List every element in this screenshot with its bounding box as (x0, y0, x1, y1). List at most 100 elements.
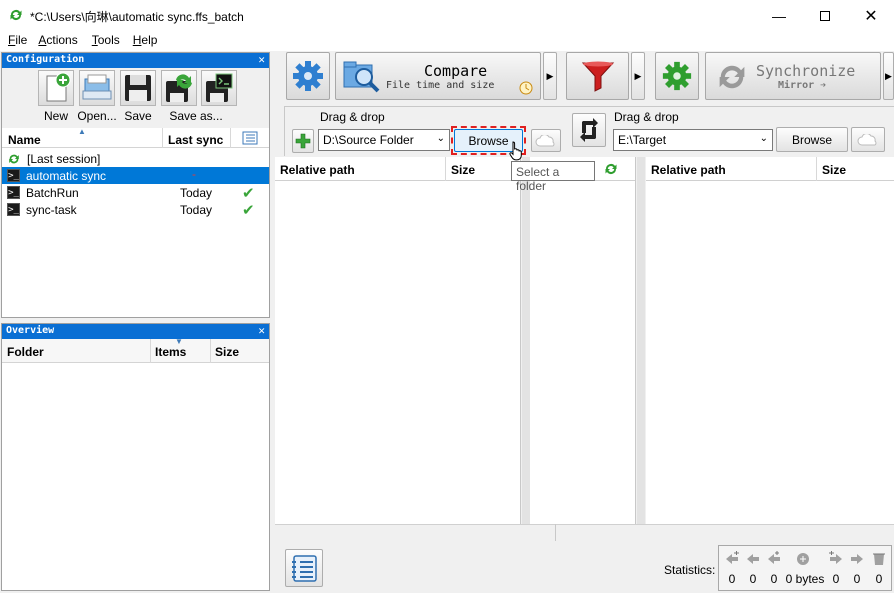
chevron-down-icon[interactable]: ⌄ (760, 133, 768, 144)
create-right-icon (829, 551, 842, 564)
window-title: *C:\Users\向琳\automatic sync.ffs_batch (30, 10, 244, 24)
save-config-button[interactable] (120, 70, 156, 106)
left-column-relative-path[interactable]: Relative path (280, 163, 355, 177)
column-last-sync[interactable]: Last sync (168, 133, 223, 147)
sync-icon (9, 154, 19, 163)
stat-update-left: 0 (749, 572, 757, 586)
overview-close-icon[interactable]: ✕ (258, 324, 265, 337)
splitter[interactable] (522, 157, 530, 524)
synchronize-button[interactable]: Synchronize Mirror ➔ (705, 52, 881, 100)
triangle-right-icon: ▶ (634, 70, 642, 81)
right-drag-drop-label: Drag & drop (614, 110, 679, 124)
left-grid-header: Relative path Size (275, 157, 520, 181)
save-as-terminal-button[interactable] (201, 70, 237, 106)
right-column-relative-path[interactable]: Relative path (651, 163, 726, 177)
configuration-close-icon[interactable]: ✕ (258, 53, 265, 66)
configuration-list-header: Name ▲ Last sync (2, 127, 269, 148)
configuration-list: Name ▲ Last sync [Last session] >_ autom… (2, 127, 269, 317)
right-file-grid[interactable]: Relative path Size (646, 157, 894, 524)
right-grid-header: Relative path Size (646, 157, 894, 181)
menu-actions[interactable]: Actions (27, 31, 77, 51)
list-item[interactable]: >_ sync-task Today ✔ (2, 201, 269, 219)
compare-button[interactable]: Compare File time and size (335, 52, 541, 100)
sync-settings-button[interactable] (655, 52, 699, 100)
new-config-button[interactable] (38, 70, 74, 106)
delete-right-icon (873, 553, 885, 565)
statistics-label: Statistics: (664, 563, 716, 577)
right-folder-combo[interactable]: E:\Target ⌄ (613, 129, 773, 151)
column-size[interactable]: Size (215, 345, 239, 359)
swap-icon (580, 118, 598, 142)
gear-icon (662, 61, 692, 91)
terminal-icon: >_ (7, 203, 20, 216)
left-file-grid[interactable]: Relative path Size (275, 157, 521, 524)
sort-up-icon: ▲ (78, 127, 86, 136)
overview-panel-header: Overview ✕ (2, 324, 269, 339)
clock-icon (519, 81, 533, 95)
right-column-size[interactable]: Size (822, 163, 846, 177)
cloud-icon (857, 133, 877, 145)
sync-icon[interactable] (603, 161, 619, 177)
save-label: Save (124, 109, 152, 123)
open-label: Open... (77, 109, 117, 123)
compare-dropdown-button[interactable]: ▶ (543, 52, 557, 100)
save-sync-icon (166, 74, 192, 102)
menu-file[interactable]: File (0, 31, 27, 51)
update-left-icon (747, 554, 759, 564)
left-cloud-button[interactable] (531, 129, 561, 152)
log-list-icon (292, 555, 317, 582)
list-item[interactable]: [Last session] (2, 150, 269, 167)
update-right-icon (851, 554, 863, 564)
terminal-icon: >_ (7, 169, 20, 182)
column-folder[interactable]: Folder (7, 345, 44, 359)
title-bar: *C:\Users\向琳\automatic sync.ffs_batch — … (0, 0, 894, 31)
menu-tools[interactable]: Tools (78, 31, 120, 51)
view-log-button[interactable] (285, 549, 323, 587)
chevron-down-icon[interactable]: ⌄ (437, 133, 445, 144)
triangle-right-icon: ▶ (546, 70, 554, 81)
left-drag-drop-label: Drag & drop (320, 110, 385, 124)
stat-delete-right: 0 (875, 572, 883, 586)
open-icon (82, 74, 112, 100)
list-view-icon[interactable] (242, 131, 258, 145)
middle-action-grid[interactable] (530, 157, 636, 524)
close-button[interactable]: ✕ (848, 0, 894, 31)
left-column-size[interactable]: Size (451, 163, 475, 177)
column-name[interactable]: Name (8, 133, 41, 147)
browse-tooltip: Select a folder (511, 161, 595, 193)
sync-icon (719, 65, 745, 89)
open-config-button[interactable] (79, 70, 115, 106)
horizontal-scrollbar[interactable] (275, 524, 894, 541)
configuration-panel-header: Configuration ✕ (2, 53, 269, 68)
stat-data-size: 0 bytes (785, 572, 825, 586)
plus-icon (295, 133, 311, 149)
compare-settings-button[interactable] (286, 52, 330, 100)
minimize-button[interactable]: — (756, 0, 802, 31)
sync-dropdown-button[interactable]: ▶ (883, 52, 894, 100)
list-item[interactable]: >_ automatic sync - (2, 167, 269, 184)
column-items[interactable]: Items (155, 345, 186, 359)
overview-panel: Overview ✕ Folder Items ▼ Size (1, 323, 270, 591)
maximize-button[interactable] (802, 0, 848, 31)
filter-dropdown-button[interactable]: ▶ (631, 52, 645, 100)
stat-delete-left: 0 (770, 572, 778, 586)
stat-update-right: 0 (853, 572, 861, 586)
save-as-batch-button[interactable] (161, 70, 197, 106)
save-as-label: Save as... (169, 109, 223, 123)
check-icon: ✔ (242, 202, 255, 219)
minimize-icon: — (772, 7, 786, 24)
splitter[interactable] (637, 157, 645, 524)
right-cloud-button[interactable] (851, 127, 885, 152)
terminal-icon: >_ (7, 186, 20, 199)
add-folder-pair-button[interactable] (292, 129, 314, 153)
menu-help[interactable]: Help (120, 31, 158, 51)
compare-label: Compare (424, 62, 488, 80)
triangle-right-icon: ▶ (885, 70, 892, 81)
swap-sides-button[interactable] (572, 113, 606, 147)
list-item[interactable]: >_ BatchRun Today ✔ (2, 184, 269, 202)
left-folder-combo[interactable]: D:\Source Folder ⌄ (318, 129, 450, 151)
new-document-icon (46, 72, 71, 102)
configuration-panel: Configuration ✕ New Open... Save Save as… (1, 52, 270, 318)
filter-button[interactable] (566, 52, 629, 100)
right-browse-button[interactable]: Browse (776, 127, 848, 152)
